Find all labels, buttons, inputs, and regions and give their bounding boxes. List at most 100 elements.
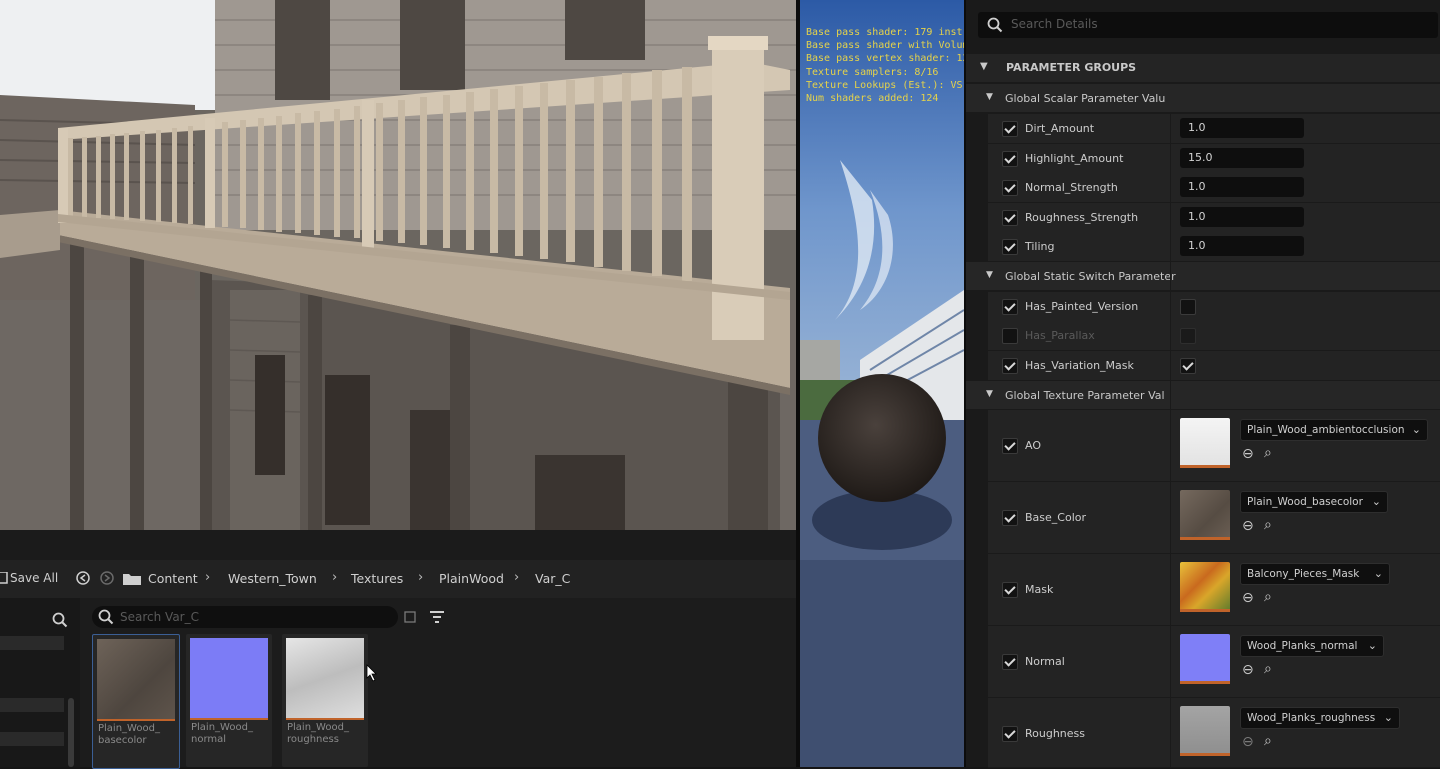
use-selected-asset-icon[interactable]: ⊖	[1242, 590, 1254, 606]
override-checkbox[interactable]	[1002, 239, 1018, 255]
asset-view: Search Var_C Plain_Wood_ basecolor Plain_…	[80, 598, 796, 769]
texture-asset-name: Plain_Wood_basecolor	[1247, 496, 1363, 508]
forward-arrow-icon[interactable]	[100, 571, 114, 585]
asset-name-line: basecolor	[98, 735, 147, 746]
chevron-down-icon: ⌄	[1373, 567, 1383, 580]
override-checkbox[interactable]	[1002, 299, 1018, 315]
param-value-input[interactable]: 1.0	[1180, 118, 1304, 138]
content-browser: Save All Content › Western_Town › Textur…	[0, 560, 796, 769]
filter-icon[interactable]	[430, 610, 450, 626]
texture-asset-dropdown[interactable]: Wood_Planks_normal ⌄	[1240, 635, 1384, 657]
texture-thumbnail[interactable]	[1180, 706, 1230, 756]
texture-thumbnail[interactable]	[1180, 418, 1230, 468]
override-checkbox[interactable]	[1002, 210, 1018, 226]
shader-stat-line: Texture samplers: 8/16	[806, 66, 939, 78]
override-checkbox[interactable]	[1002, 358, 1018, 374]
asset-tile[interactable]: Plain_Wood_ basecolor	[92, 634, 180, 769]
breadcrumb-var-c[interactable]: Var_C	[535, 571, 570, 586]
param-value-input[interactable]: 1.0	[1180, 236, 1304, 256]
folder-tree-item[interactable]	[0, 698, 64, 712]
texture-type-bar	[1180, 681, 1230, 684]
override-checkbox[interactable]	[1002, 328, 1018, 344]
texture-asset-dropdown[interactable]: Balcony_Pieces_Mask ⌄	[1240, 563, 1390, 585]
level-viewport[interactable]	[0, 0, 796, 530]
chevron-down-icon: ⌄	[1411, 423, 1421, 436]
details-search-input[interactable]: Search Details	[978, 12, 1438, 38]
override-checkbox[interactable]	[1002, 121, 1018, 137]
asset-name-line: Plain_Wood_	[98, 723, 160, 734]
scalar-group-header[interactable]: ▼ Global Scalar Parameter Values	[966, 84, 1440, 112]
scalar-param-row: Tiling 1.0	[988, 232, 1440, 262]
use-selected-asset-icon[interactable]: ⊖	[1242, 662, 1254, 678]
details-search-placeholder: Search Details	[1011, 17, 1098, 31]
override-checkbox[interactable]	[1002, 654, 1018, 670]
switch-value-checkbox[interactable]	[1180, 328, 1196, 344]
save-search-icon[interactable]	[404, 611, 416, 623]
search-icon[interactable]	[52, 612, 68, 628]
use-selected-asset-icon[interactable]: ⊖	[1242, 446, 1254, 462]
texture-param-row: Normal Wood_Planks_normal ⌄ ⊖ ⌕	[988, 626, 1440, 698]
material-preview-viewport[interactable]: Base pass shader: 179 instruct Base pass…	[800, 0, 964, 767]
asset-search-input[interactable]: Search Var_C	[92, 606, 398, 628]
breadcrumb-western-town[interactable]: Western_Town	[228, 571, 317, 586]
param-name: Has_Painted_Version	[1025, 300, 1139, 313]
asset-tile[interactable]: Plain_Wood_ normal	[186, 634, 272, 767]
override-checkbox[interactable]	[1002, 151, 1018, 167]
switch-value-checkbox[interactable]	[1180, 299, 1196, 315]
sources-panel	[0, 598, 80, 767]
scalar-param-row: Roughness_Strength 1.0	[988, 203, 1440, 233]
scrollbar[interactable]	[68, 698, 74, 767]
param-name: Has_Variation_Mask	[1025, 359, 1134, 372]
asset-tile[interactable]: Plain_Wood_ roughness	[282, 634, 368, 767]
asset-type-bar	[286, 718, 364, 720]
folder-tree-item[interactable]	[0, 732, 64, 746]
param-value-input[interactable]: 1.0	[1180, 177, 1304, 197]
folder-tree-item[interactable]	[0, 636, 64, 650]
breadcrumb-textures[interactable]: Textures	[351, 571, 403, 586]
use-selected-asset-icon[interactable]: ⊖	[1242, 518, 1254, 534]
param-value-input[interactable]: 15.0	[1180, 148, 1304, 168]
override-checkbox[interactable]	[1002, 582, 1018, 598]
texture-thumbnail[interactable]	[1180, 490, 1230, 540]
texture-asset-name: Plain_Wood_ambientocclusion	[1247, 424, 1405, 436]
chevron-down-icon: ▼	[986, 92, 993, 102]
switch-group-header[interactable]: ▼ Global Static Switch Parameter	[966, 262, 1440, 290]
browse-asset-icon[interactable]: ⌕	[1264, 589, 1272, 605]
browse-asset-icon[interactable]: ⌕	[1264, 517, 1272, 533]
param-name: Highlight_Amount	[1025, 152, 1124, 165]
texture-group-header[interactable]: ▼ Global Texture Parameter Values	[966, 381, 1440, 409]
asset-thumbnail	[97, 639, 175, 719]
breadcrumb-content[interactable]: Content	[148, 571, 198, 586]
asset-name-line: roughness	[287, 734, 339, 745]
texture-param-row: Mask Balcony_Pieces_Mask ⌄ ⊖ ⌕	[988, 554, 1440, 626]
texture-asset-name: Wood_Planks_normal	[1247, 640, 1358, 652]
breadcrumb-plainwood[interactable]: PlainWood	[439, 571, 504, 586]
param-name: Normal_Strength	[1025, 181, 1118, 194]
texture-thumbnail[interactable]	[1180, 562, 1230, 612]
asset-name: Plain_Wood_ roughness	[287, 722, 349, 746]
switch-param-row: Has_Painted_Version	[988, 292, 1440, 322]
use-selected-asset-icon[interactable]: ⊖	[1242, 734, 1254, 750]
texture-thumbnail[interactable]	[1180, 634, 1230, 684]
override-checkbox[interactable]	[1002, 510, 1018, 526]
override-checkbox[interactable]	[1002, 438, 1018, 454]
panel-splitter[interactable]	[964, 0, 966, 767]
chevron-right-icon: ›	[418, 570, 424, 585]
param-value-input[interactable]: 1.0	[1180, 207, 1304, 227]
override-checkbox[interactable]	[1002, 726, 1018, 742]
switch-value-checkbox[interactable]	[1180, 358, 1196, 374]
texture-asset-dropdown[interactable]: Wood_Planks_roughness ⌄	[1240, 707, 1400, 729]
texture-asset-dropdown[interactable]: Plain_Wood_basecolor ⌄	[1240, 491, 1388, 513]
browse-asset-icon[interactable]: ⌕	[1264, 661, 1272, 677]
parameter-groups-header[interactable]: ▼ PARAMETER GROUPS	[966, 54, 1440, 82]
back-arrow-icon[interactable]	[76, 571, 90, 585]
browse-asset-icon[interactable]: ⌕	[1264, 733, 1272, 749]
override-checkbox[interactable]	[1002, 180, 1018, 196]
browse-asset-icon[interactable]: ⌕	[1264, 445, 1272, 461]
column-divider[interactable]	[1170, 114, 1171, 767]
mouse-cursor-icon	[366, 664, 377, 682]
asset-search-placeholder: Search Var_C	[120, 610, 199, 624]
param-name: Mask	[1025, 583, 1054, 596]
panel-splitter[interactable]	[796, 0, 800, 767]
texture-asset-dropdown[interactable]: Plain_Wood_ambientocclusion ⌄	[1240, 419, 1428, 441]
